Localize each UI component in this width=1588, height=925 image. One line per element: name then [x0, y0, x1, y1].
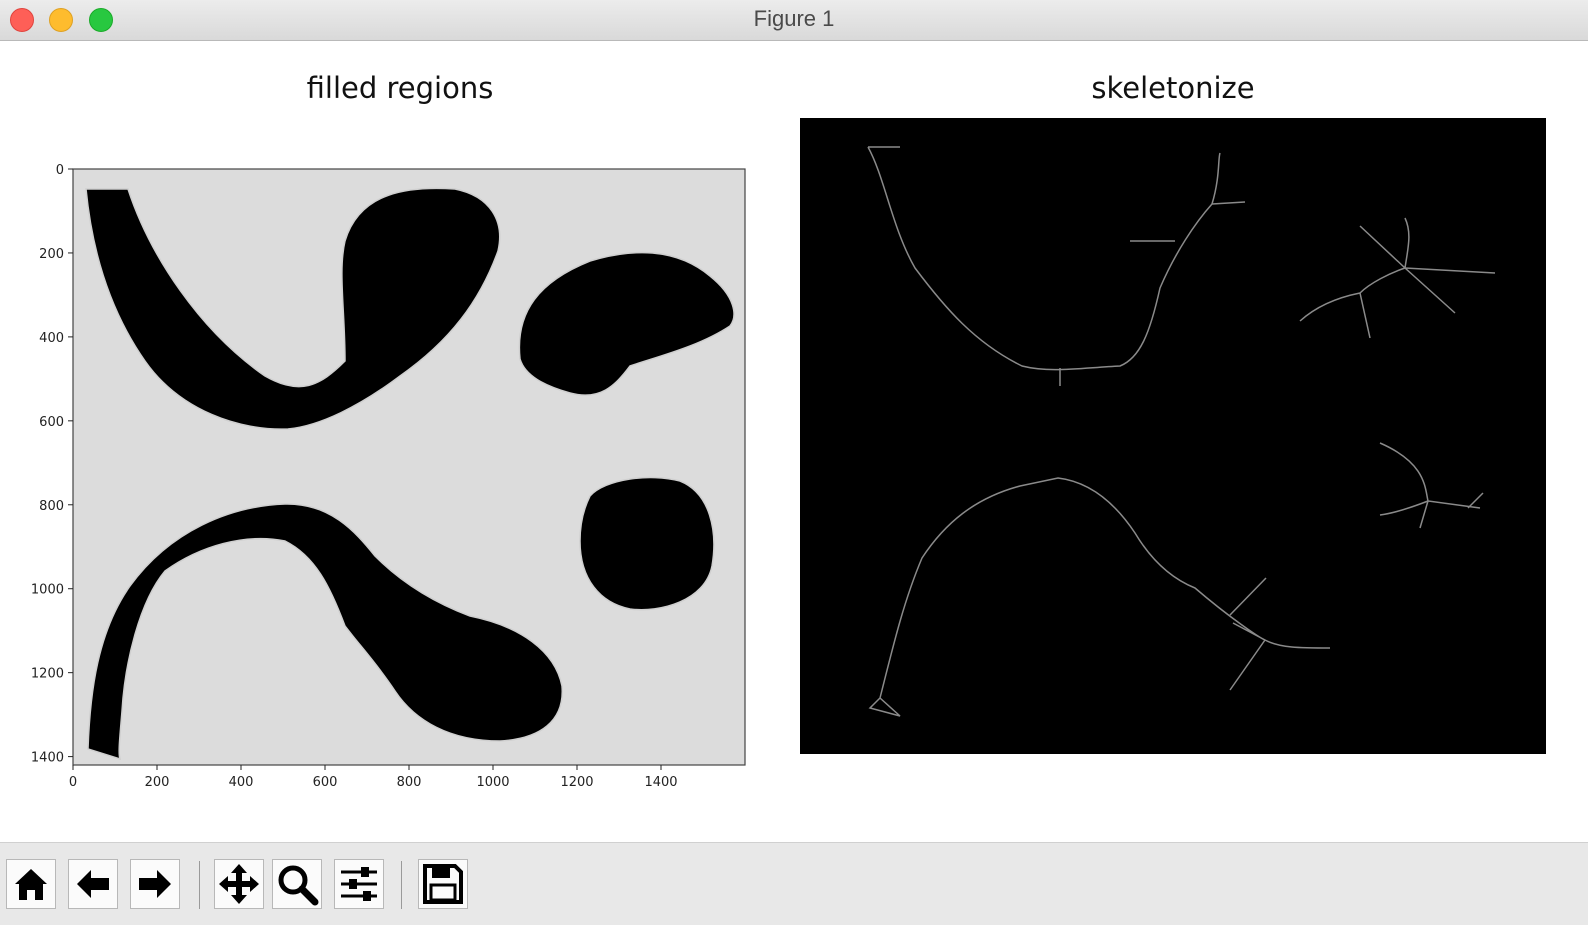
- right-axes-background: [800, 118, 1546, 754]
- y-tick-label: 400: [39, 331, 64, 346]
- right-axes-title: skeletonize: [1091, 71, 1255, 105]
- x-tick-label: 1400: [644, 775, 677, 790]
- arrow-right-icon: [139, 870, 171, 898]
- right-axes[interactable]: [800, 118, 1546, 754]
- y-tick-label: 800: [39, 499, 64, 514]
- y-tick-label: 1000: [31, 583, 64, 598]
- configure-subplots-button[interactable]: [334, 859, 384, 909]
- magnifier-icon: [278, 865, 319, 906]
- figure-canvas: filled regions skeletonize 0 200 400 600 800…: [0, 41, 1588, 841]
- window-titlebar: Figure 1: [0, 0, 1588, 41]
- home-button[interactable]: [6, 859, 56, 909]
- arrow-left-icon: [77, 870, 109, 898]
- left-axes-x-ticks: 0 200 400 600 800 1000 1200 1400: [69, 765, 678, 790]
- x-tick-label: 1200: [560, 775, 593, 790]
- x-tick-label: 800: [397, 775, 422, 790]
- left-axes-y-ticks: 0 200 400 600 800 1000 1200 1400: [31, 163, 73, 766]
- region-circle: [579, 476, 715, 611]
- y-tick-label: 200: [39, 247, 64, 262]
- toolbar-separator: [401, 861, 402, 909]
- move-icon: [219, 864, 259, 904]
- floppy-disk-icon: [423, 864, 463, 904]
- toolbar-separator: [199, 861, 200, 909]
- x-tick-label: 0: [69, 775, 77, 790]
- home-icon: [15, 869, 47, 900]
- back-button[interactable]: [68, 859, 118, 909]
- x-tick-label: 1000: [476, 775, 509, 790]
- y-tick-label: 1400: [31, 751, 64, 766]
- y-tick-label: 1200: [31, 667, 64, 682]
- x-tick-label: 600: [313, 775, 338, 790]
- left-axes[interactable]: 0 200 400 600 800 1000 1200 1400 0 200 400 600 800 1…: [0, 82, 790, 802]
- x-tick-label: 200: [145, 775, 170, 790]
- x-tick-label: 400: [229, 775, 254, 790]
- forward-button[interactable]: [130, 859, 180, 909]
- zoom-button[interactable]: [272, 859, 322, 909]
- window-title: Figure 1: [753, 6, 835, 31]
- y-tick-label: 0: [56, 163, 64, 178]
- save-button[interactable]: [418, 859, 468, 909]
- y-tick-label: 600: [39, 415, 64, 430]
- pan-button[interactable]: [214, 859, 264, 909]
- sliders-icon: [341, 867, 377, 901]
- navigation-toolbar: [0, 842, 1588, 925]
